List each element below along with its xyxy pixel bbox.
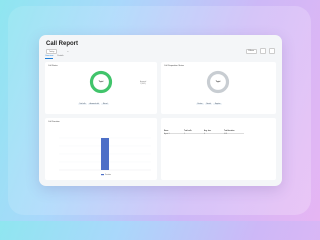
- donut-legend: Answered 1 (100%): [140, 82, 146, 86]
- call-disposition-donut: Total 0: [206, 70, 230, 94]
- donut-value: 0: [217, 82, 219, 84]
- download-icon[interactable]: [260, 48, 266, 54]
- call-disposition-pills: Positive Neutral Negative: [196, 103, 222, 106]
- chevron-down-icon[interactable]: v: [65, 50, 70, 53]
- date-chip[interactable]: Today: [46, 49, 58, 54]
- call-status-panel: Call Status Total 1 Answered 1 (100%) To…: [45, 62, 157, 114]
- pill-neutral[interactable]: Neutral: [204, 103, 213, 106]
- pill-total-calls[interactable]: Total calls: [78, 103, 88, 106]
- column-header[interactable]: Total calls: [184, 130, 204, 133]
- tab-bar: Overview Details: [45, 55, 63, 59]
- donut-value: 1: [100, 82, 102, 84]
- agent-table-panel: Name Total calls Avg. time Total duratio…: [161, 118, 276, 180]
- call-report-window: Call Report Today v Filters Overview Det…: [39, 35, 282, 186]
- tab-details[interactable]: Details: [57, 55, 63, 59]
- call-duration-panel: Call Duration Duration: [45, 118, 157, 180]
- call-duration-chart: Duration: [59, 137, 151, 176]
- table-row[interactable]: Agent 1 1 0 0:01: [164, 134, 244, 137]
- settings-icon[interactable]: [269, 48, 275, 54]
- pill-negative[interactable]: Negative: [213, 103, 222, 106]
- table-cell: 0: [204, 134, 205, 136]
- table-cell: 1: [184, 134, 185, 136]
- call-status-title: Call Status: [48, 65, 58, 67]
- table-cell: 0:01: [224, 134, 228, 136]
- toolbar-right: Filters: [245, 48, 275, 54]
- pill-positive[interactable]: Positive: [196, 103, 204, 106]
- table-cell: Agent 1: [164, 134, 170, 136]
- call-disposition-panel: Call Disposition Status Total 0 Positive…: [161, 62, 276, 114]
- column-header[interactable]: Total duration: [224, 130, 244, 133]
- call-status-donut: Total 1: [89, 70, 113, 94]
- tab-overview[interactable]: Overview: [45, 55, 54, 59]
- pill-missed[interactable]: Missed: [101, 103, 109, 106]
- call-status-pills: Total calls Answered calls Missed: [78, 103, 109, 106]
- call-disposition-title: Call Disposition Status: [164, 65, 185, 67]
- column-header[interactable]: Name: [164, 130, 184, 133]
- pill-answered-calls[interactable]: Answered calls: [88, 103, 101, 106]
- column-header[interactable]: Avg. time: [204, 130, 224, 133]
- legend-line: 1 (100%): [140, 83, 146, 85]
- legend-swatch: [101, 174, 104, 176]
- agent-table: Name Total calls Avg. time Total duratio…: [164, 130, 244, 136]
- legend-label: Duration: [105, 173, 111, 176]
- subtitle-row: Today v: [46, 49, 70, 54]
- page-title: Call Report: [46, 41, 79, 47]
- duration-bar[interactable]: [101, 138, 109, 170]
- filter-button[interactable]: Filters: [245, 48, 257, 54]
